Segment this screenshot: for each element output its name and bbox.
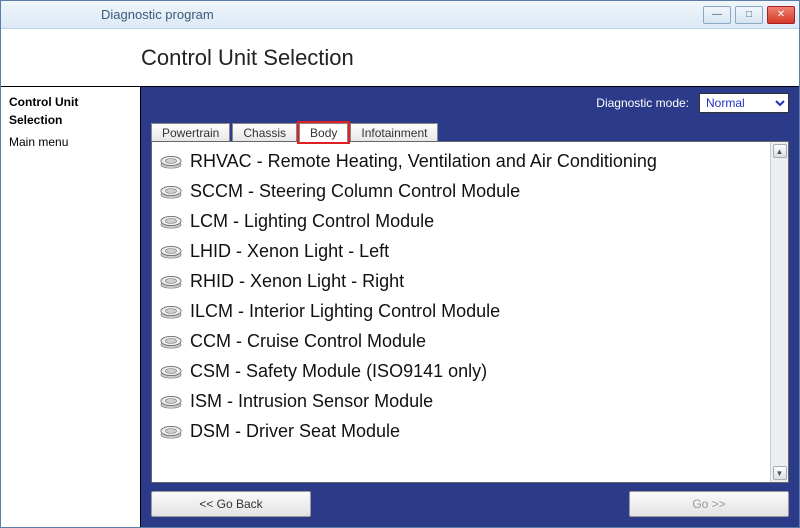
module-listbox: RHVAC - Remote Heating, Ventilation and …	[151, 141, 789, 483]
minimize-button[interactable]: —	[703, 6, 731, 24]
tab-powertrain[interactable]: Powertrain	[151, 123, 230, 142]
chip-icon	[160, 333, 182, 349]
chip-icon	[160, 243, 182, 259]
diagnostic-mode-select[interactable]: Normal	[699, 93, 789, 113]
main-panel: Diagnostic mode: Normal Powertrain Chass…	[141, 87, 799, 527]
header-area: Control Unit Selection	[1, 29, 799, 87]
tabstrip: Powertrain Chassis Body Infotainment	[151, 119, 789, 141]
list-item-label: CSM - Safety Module (ISO9141 only)	[190, 361, 487, 382]
list-item[interactable]: ISM - Intrusion Sensor Module	[156, 386, 766, 416]
window-controls: — □ ✕	[703, 6, 795, 24]
page-title: Control Unit Selection	[141, 45, 354, 71]
list-item[interactable]: SCCM - Steering Column Control Module	[156, 176, 766, 206]
diagnostic-mode-row: Diagnostic mode: Normal	[141, 87, 799, 119]
chip-icon	[160, 363, 182, 379]
list-item-label: LHID - Xenon Light - Left	[190, 241, 389, 262]
list-item[interactable]: DSM - Driver Seat Module	[156, 416, 766, 446]
content-wrap: Powertrain Chassis Body Infotainment RHV…	[141, 119, 799, 483]
list-item[interactable]: LCM - Lighting Control Module	[156, 206, 766, 236]
chip-icon	[160, 183, 182, 199]
maximize-button[interactable]: □	[735, 6, 763, 24]
list-item-label: RHID - Xenon Light - Right	[190, 271, 404, 292]
go-button[interactable]: Go >>	[629, 491, 789, 517]
chip-icon	[160, 303, 182, 319]
diagnostic-mode-label: Diagnostic mode:	[596, 96, 689, 110]
list-item-label: SCCM - Steering Column Control Module	[190, 181, 520, 202]
list-item[interactable]: CCM - Cruise Control Module	[156, 326, 766, 356]
list-item-label: CCM - Cruise Control Module	[190, 331, 426, 352]
close-button[interactable]: ✕	[767, 6, 795, 24]
chip-icon	[160, 153, 182, 169]
list-item[interactable]: ILCM - Interior Lighting Control Module	[156, 296, 766, 326]
tab-infotainment[interactable]: Infotainment	[350, 123, 438, 142]
body-row: Control Unit Selection Main menu Diagnos…	[1, 87, 799, 527]
chip-icon	[160, 213, 182, 229]
list-item-label: ISM - Intrusion Sensor Module	[190, 391, 433, 412]
module-list: RHVAC - Remote Heating, Ventilation and …	[152, 142, 770, 482]
bottom-bar: << Go Back Go >>	[141, 483, 799, 527]
app-window: Diagnostic program — □ ✕ Control Unit Se…	[0, 0, 800, 528]
go-back-button[interactable]: << Go Back	[151, 491, 311, 517]
tab-chassis[interactable]: Chassis	[232, 123, 297, 142]
chip-icon	[160, 423, 182, 439]
list-item-label: RHVAC - Remote Heating, Ventilation and …	[190, 151, 657, 172]
list-item-label: LCM - Lighting Control Module	[190, 211, 434, 232]
window-title: Diagnostic program	[11, 7, 703, 22]
scrollbar[interactable]: ▲ ▼	[770, 142, 788, 482]
sidebar-item-main-menu[interactable]: Main menu	[9, 133, 132, 151]
titlebar: Diagnostic program — □ ✕	[1, 1, 799, 29]
scroll-up-button[interactable]: ▲	[773, 144, 787, 158]
scroll-down-button[interactable]: ▼	[773, 466, 787, 480]
list-item[interactable]: CSM - Safety Module (ISO9141 only)	[156, 356, 766, 386]
list-item[interactable]: LHID - Xenon Light - Left	[156, 236, 766, 266]
list-item-label: ILCM - Interior Lighting Control Module	[190, 301, 500, 322]
tab-body[interactable]: Body	[299, 123, 348, 142]
list-item[interactable]: RHID - Xenon Light - Right	[156, 266, 766, 296]
sidebar-item-control-unit-selection[interactable]: Control Unit Selection	[9, 93, 132, 129]
list-item-label: DSM - Driver Seat Module	[190, 421, 400, 442]
sidebar: Control Unit Selection Main menu	[1, 87, 141, 527]
chip-icon	[160, 393, 182, 409]
list-item[interactable]: RHVAC - Remote Heating, Ventilation and …	[156, 146, 766, 176]
chip-icon	[160, 273, 182, 289]
